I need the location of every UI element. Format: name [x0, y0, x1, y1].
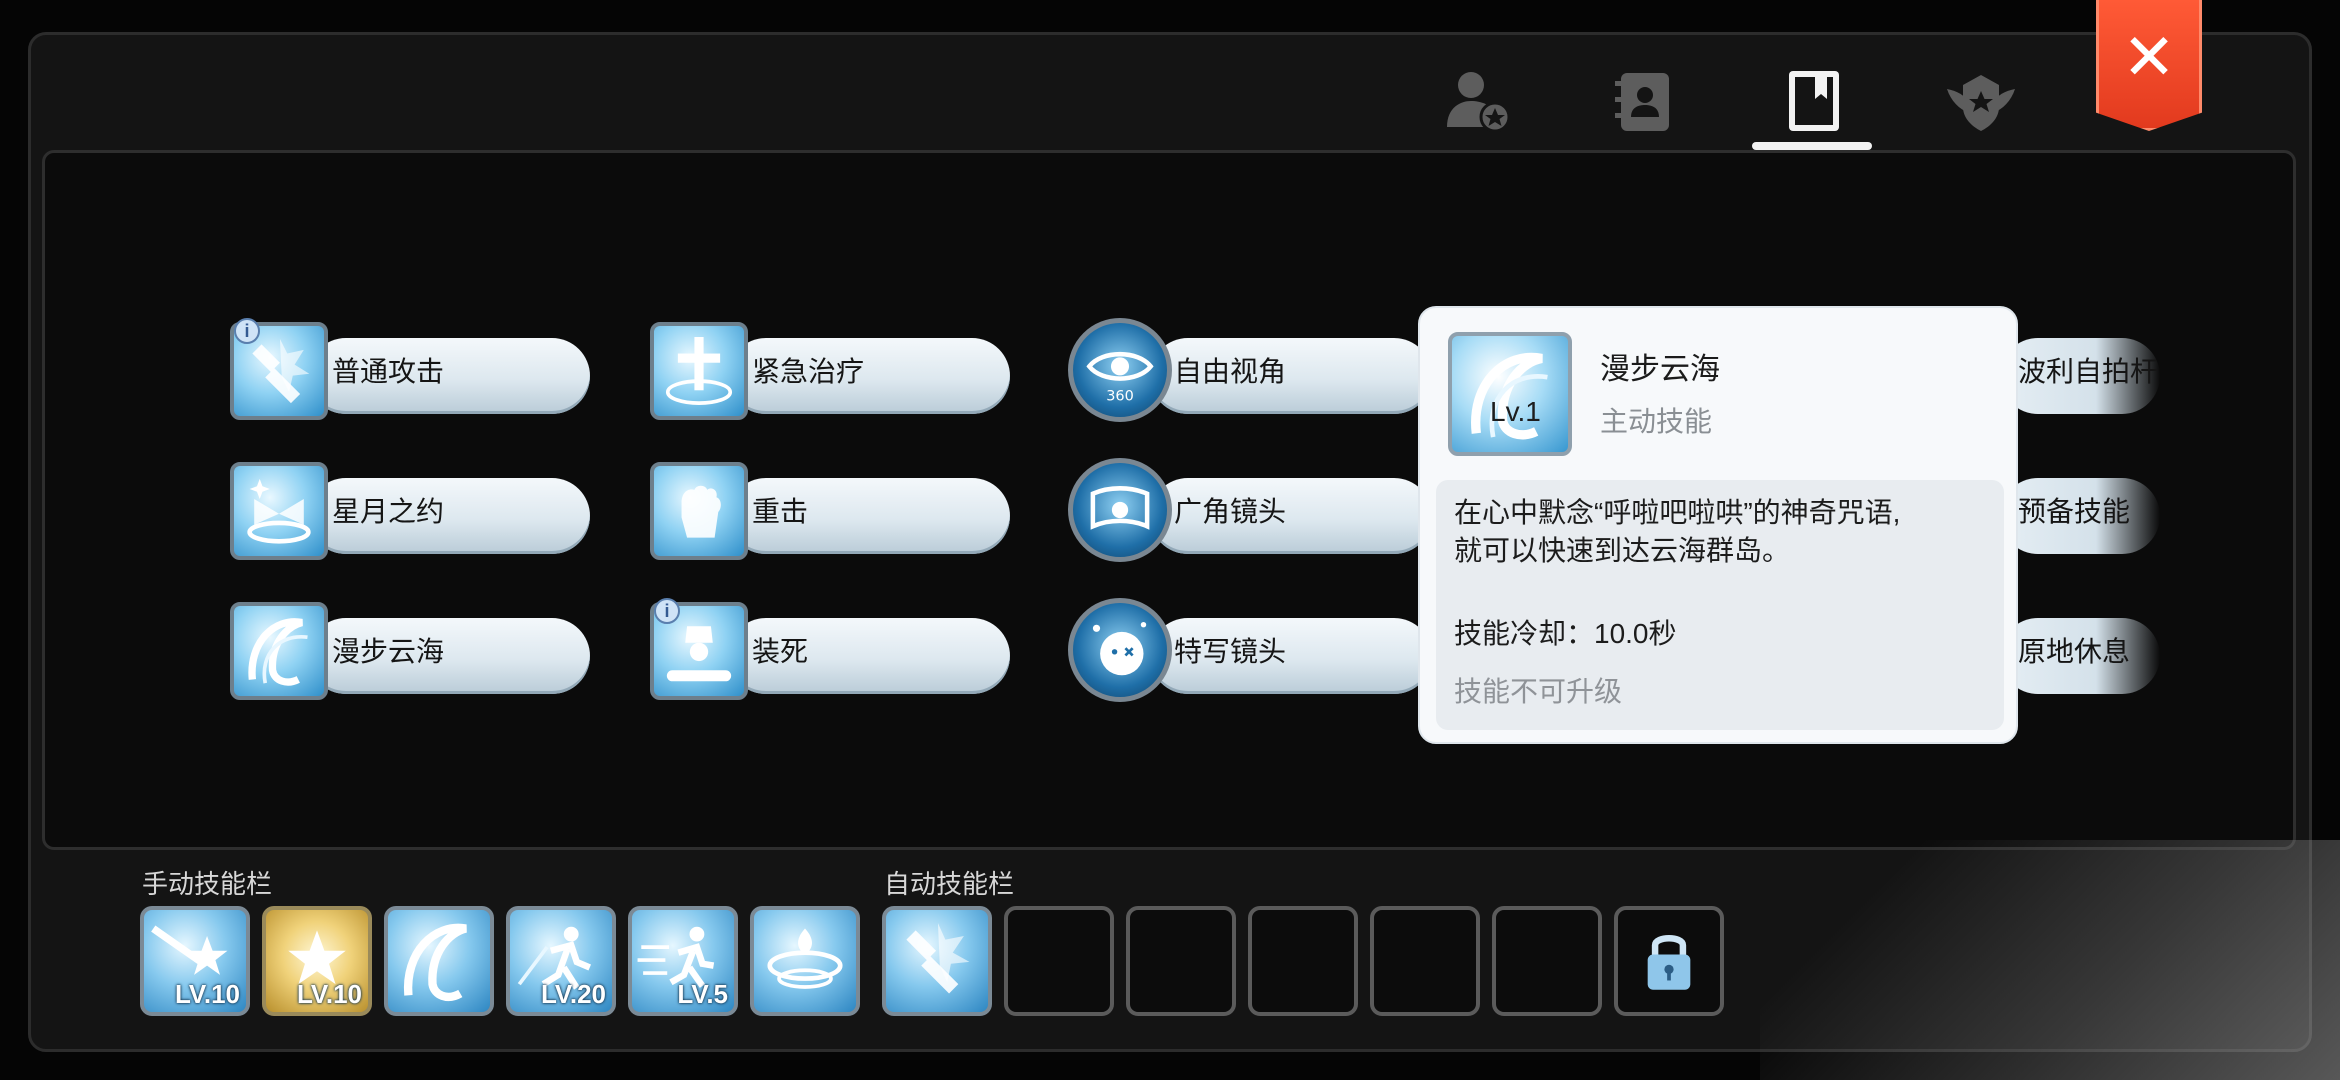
skill-item-normal-attack[interactable]: i 普通攻击 [230, 318, 590, 420]
auto-slot-4[interactable] [1248, 906, 1358, 1016]
manual-slot-6[interactable] [750, 906, 860, 1016]
tooltip-upgrade-note: 技能不可升级 [1454, 676, 1623, 707]
skill-label: 特写镜头 [1174, 636, 1287, 667]
skill-book-icon [1789, 71, 1839, 131]
skill-label: 紧急治疗 [752, 356, 865, 387]
tab-character[interactable] [1432, 56, 1522, 146]
skill-label: 漫步云海 [332, 636, 445, 667]
manual-slot-2[interactable]: LV.10 [262, 906, 372, 1016]
close-button[interactable]: ✕ [2096, 0, 2202, 131]
close-icon: ✕ [2122, 20, 2176, 93]
lock-icon [1647, 935, 1691, 990]
auto-slot-3[interactable] [1126, 906, 1236, 1016]
skill-item-close-up[interactable]: 特写镜头 [1068, 598, 1432, 702]
tooltip-description: 在心中默念“呼啦吧啦哄”的神奇咒语, 就可以快速到达云海群岛。 [1454, 497, 1901, 566]
skill-label: 原地休息 [2018, 636, 2131, 667]
svg-text:360: 360 [1106, 389, 1134, 405]
skill-label: 星月之约 [332, 496, 445, 527]
swirl-portal-icon [404, 923, 468, 1001]
manual-slot-3[interactable] [384, 906, 494, 1016]
tab-contacts[interactable] [1600, 56, 1690, 146]
skill-item-play-dead[interactable]: i 装死 [650, 598, 1010, 700]
auto-slot-6[interactable] [1492, 906, 1602, 1016]
tooltip-level: Lv.1 [1490, 396, 1541, 427]
tooltip-description-box: 在心中默念“呼啦吧啦哄”的神奇咒语, 就可以快速到达云海群岛。 技能冷却：10.… [1436, 480, 2004, 730]
wide-lens-icon [1068, 458, 1172, 562]
healing-cross-icon [650, 322, 748, 420]
face-closeup-icon [1068, 598, 1172, 702]
info-badge-icon: i [654, 598, 680, 624]
skill-label: 重击 [752, 496, 809, 527]
auto-slot-1[interactable] [882, 906, 992, 1016]
tab-emblem[interactable] [1936, 56, 2026, 146]
skill-item-heavy-strike[interactable]: 重击 [650, 462, 1010, 560]
swirl-portal-icon [1448, 332, 1572, 456]
skill-detail-tooltip: Lv.1 漫步云海 主动技能 在心中默念“呼啦吧啦哄”的神奇咒语, 就可以快速到… [1418, 306, 2018, 744]
skill-label: 广角镜头 [1174, 496, 1287, 527]
manual-slot-4[interactable]: LV.20 [506, 906, 616, 1016]
manual-slot-5[interactable]: LV.5 [628, 906, 738, 1016]
skill-item-wide-angle[interactable]: 广角镜头 [1068, 458, 1432, 562]
auto-slot-2[interactable] [1004, 906, 1114, 1016]
tab-skill-book[interactable] [1768, 56, 1858, 146]
skill-item-free-view[interactable]: 360 自由视角 [1068, 318, 1432, 422]
tooltip-cooldown: 技能冷却：10.0秒 [1454, 618, 1677, 649]
skill-label: 波利自拍杆 [2018, 356, 2159, 387]
auto-bar-label: 自动技能栏 [884, 869, 1015, 899]
tooltip-skill-type: 主动技能 [1600, 406, 1713, 437]
skill-label: 普通攻击 [332, 356, 445, 387]
auto-slot-locked[interactable] [1614, 906, 1724, 1016]
person-star-icon [1447, 72, 1511, 133]
whirlwind-icon [767, 928, 843, 989]
manual-bar-label: 手动技能栏 [142, 869, 273, 899]
tooltip-title: 漫步云海 [1600, 353, 1720, 386]
ribbon-sparkle-icon [230, 462, 328, 560]
skill-item-cloud-walk[interactable]: 漫步云海 [230, 602, 590, 700]
skill-item-emergency-heal[interactable]: 紧急治疗 [650, 322, 1010, 420]
auto-slot-5[interactable] [1370, 906, 1480, 1016]
skill-label: 自由视角 [1174, 356, 1287, 387]
eye-360-icon: 360 [1068, 318, 1172, 422]
active-tab-indicator [1752, 142, 1872, 150]
skill-label: 预备技能 [2018, 496, 2131, 527]
fist-icon [650, 462, 748, 560]
skill-item-star-moon[interactable]: 星月之约 [230, 462, 590, 560]
winged-emblem-icon [1947, 75, 2015, 131]
skill-label: 装死 [752, 636, 809, 667]
swirl-portal-icon [230, 602, 328, 700]
info-badge-icon: i [234, 318, 260, 344]
manual-slot-1[interactable]: LV.10 [140, 906, 250, 1016]
broken-sword-icon [906, 922, 970, 994]
contact-book-icon [1615, 73, 1669, 131]
